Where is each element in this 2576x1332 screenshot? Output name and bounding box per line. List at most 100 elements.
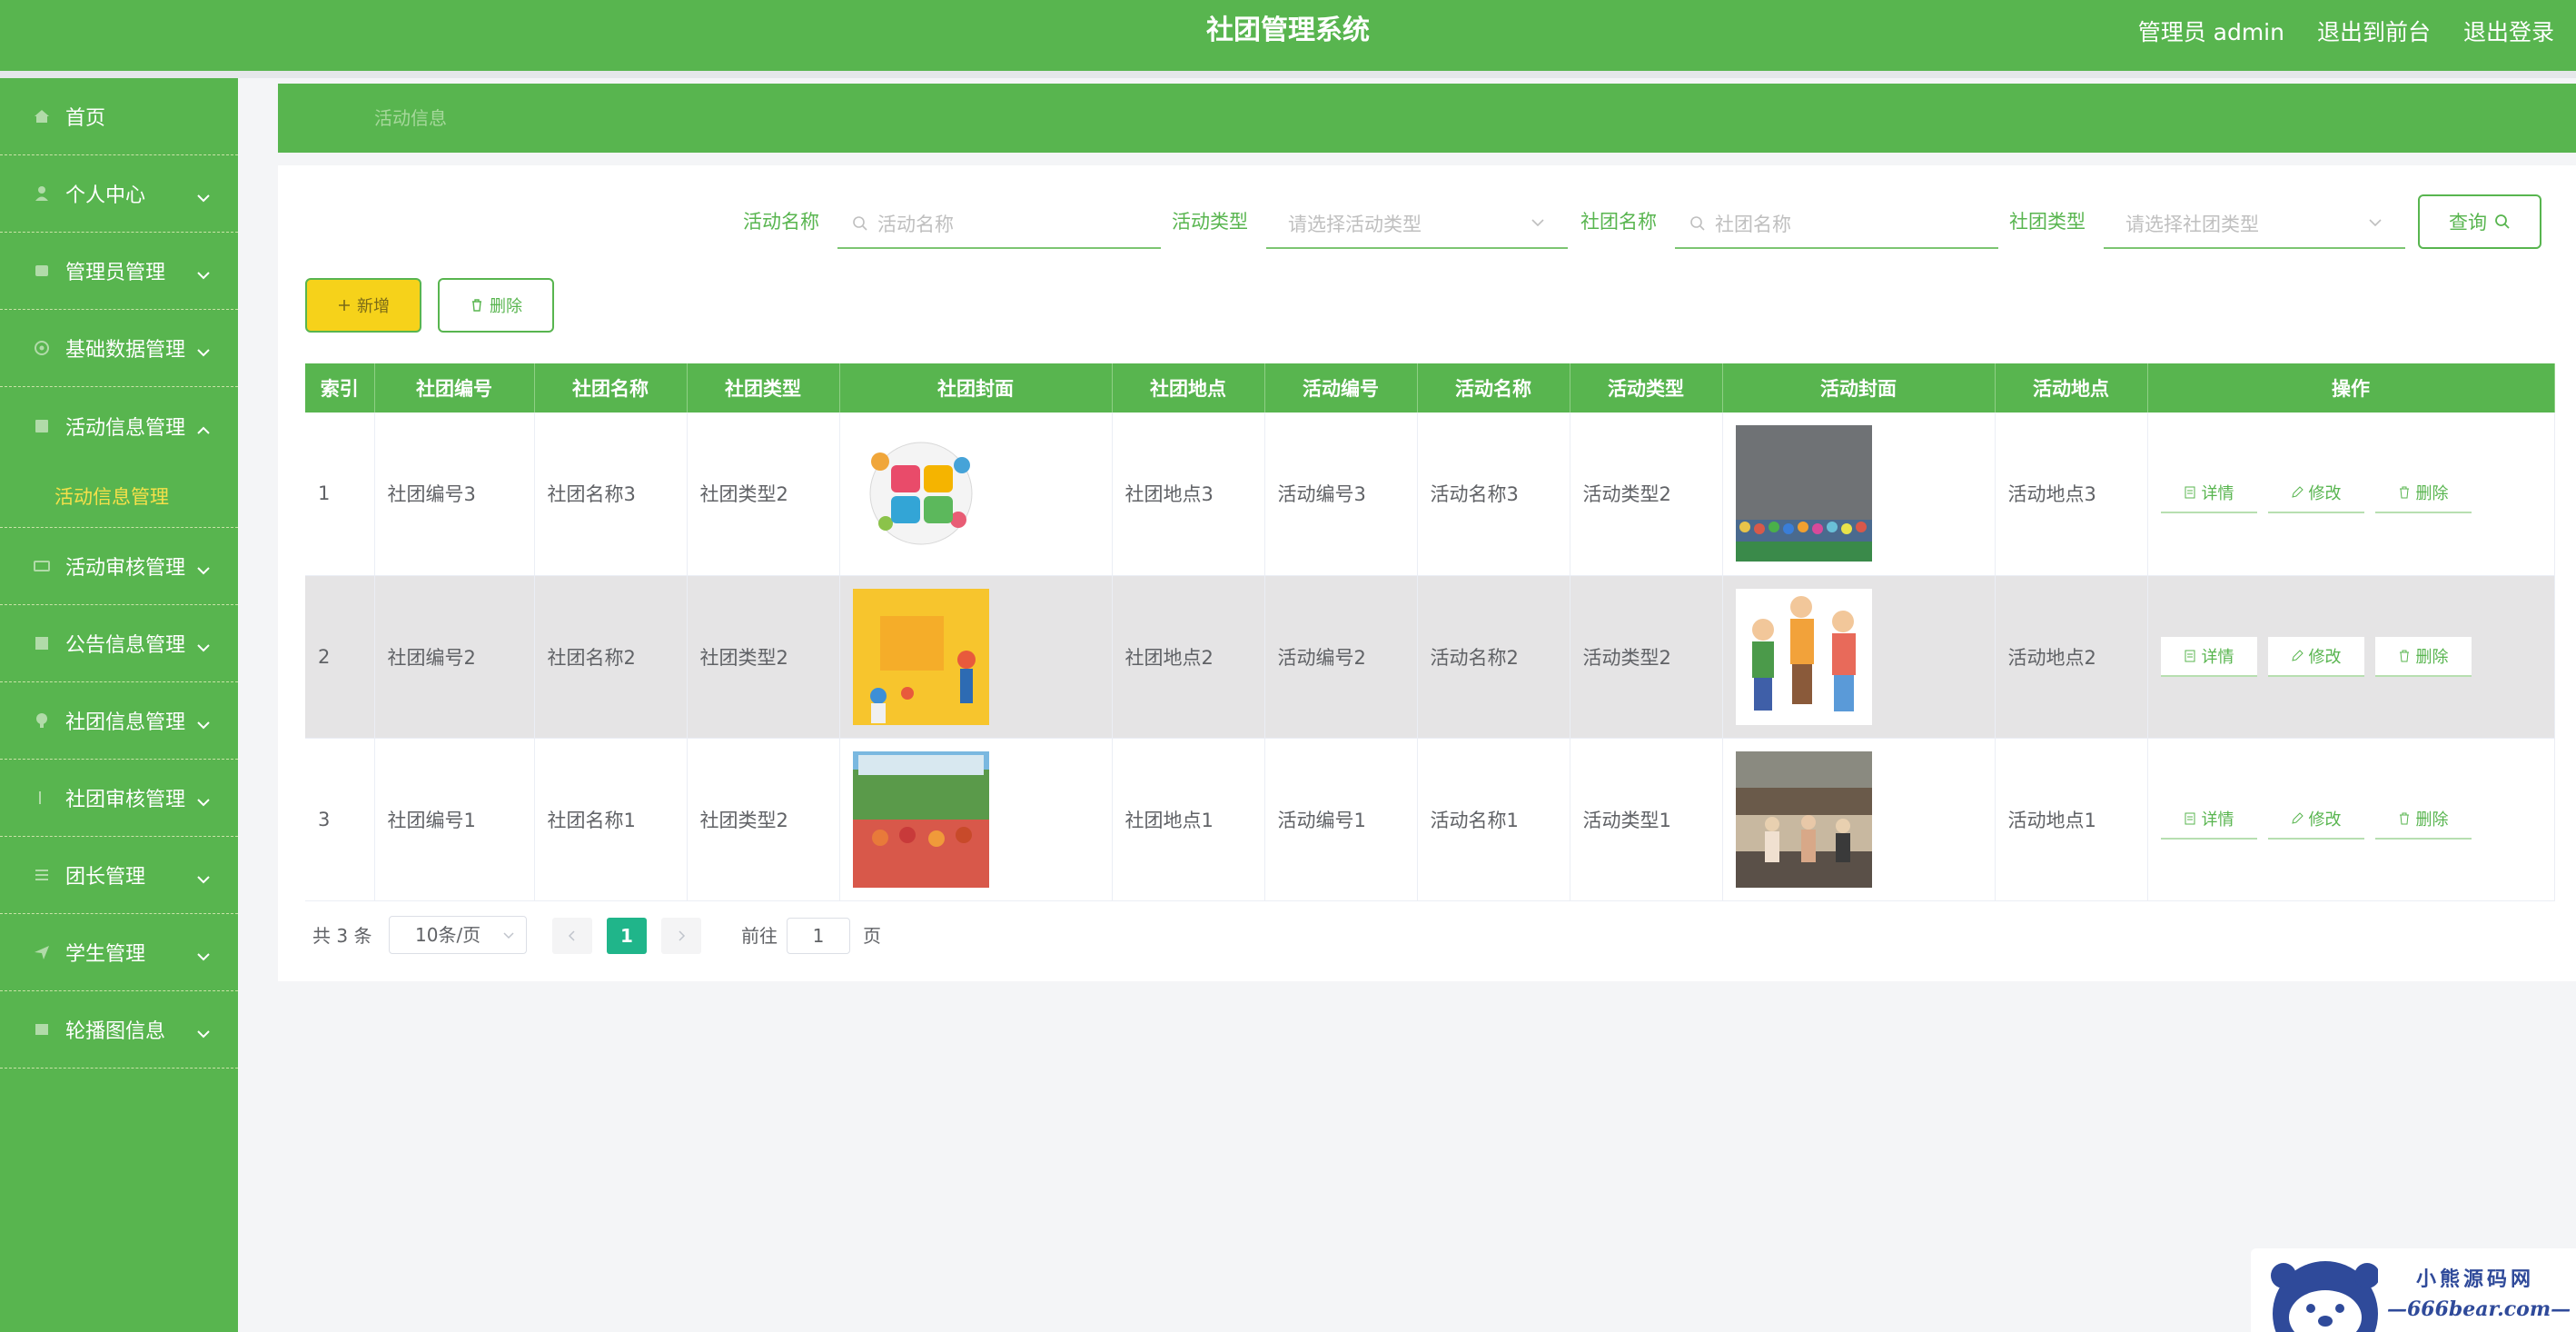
club-cover-image[interactable]: [852, 425, 989, 562]
chevron-down-icon: [196, 1023, 211, 1039]
chevron-up-icon: [196, 420, 211, 434]
admin-icon: [33, 262, 51, 280]
cell-club-cover: [839, 575, 1113, 739]
document-icon: [2185, 650, 2195, 661]
query-button[interactable]: 查询: [2418, 194, 2541, 249]
edit-button[interactable]: 修改: [2267, 473, 2364, 514]
submenu-item-activity-info[interactable]: 活动信息管理: [0, 464, 238, 528]
chevron-left-icon: [568, 930, 575, 941]
activity-cover-image[interactable]: [1735, 425, 1872, 562]
club-name-input[interactable]: 社团名称: [1675, 200, 1998, 249]
chevron-down-icon: [196, 264, 211, 280]
sidebar-item-leader[interactable]: 团长管理: [0, 837, 238, 914]
sidebar-item-home[interactable]: 首页: [0, 78, 238, 155]
sidebar-item-club[interactable]: 社团信息管理: [0, 682, 238, 760]
next-page-button[interactable]: [661, 918, 701, 954]
sidebar-item-club-audit[interactable]: 社团审核管理: [0, 760, 238, 837]
goto-unit: 页: [863, 925, 881, 947]
sidebar-item-basic-data[interactable]: 基础数据管理: [0, 310, 238, 387]
exit-to-front-link[interactable]: 退出到前台: [2317, 15, 2431, 47]
pagination-total: 共 3 条: [312, 925, 372, 947]
table-row: 1 社团编号3 社团名称3 社团类型2 社团地点3 活动编号3 活动名称3 活动…: [305, 413, 2555, 576]
edit-button[interactable]: 修改: [2267, 799, 2364, 840]
chevron-down-icon: [196, 187, 211, 203]
detail-button[interactable]: 详情: [2160, 799, 2257, 840]
document-icon: [2185, 486, 2195, 499]
chevron-down-icon: [196, 791, 211, 807]
home-icon: [33, 107, 51, 125]
prev-page-button[interactable]: [552, 918, 592, 954]
edit-icon: [2291, 811, 2304, 824]
club-type-label: 社团类型: [2009, 211, 2086, 233]
bear-logo-icon: [2271, 1261, 2378, 1332]
add-button[interactable]: 新增: [305, 278, 421, 333]
club-type-select[interactable]: 请选择社团类型: [2104, 200, 2405, 249]
pagination: 共 3 条 10条/页 1 前往 1 页: [305, 916, 1214, 956]
chevron-down-icon: [1531, 219, 1544, 227]
check-icon: [33, 789, 51, 807]
column-header: 社团地点: [1112, 363, 1265, 413]
chevron-down-icon: [503, 932, 514, 939]
delete-button[interactable]: 删除: [2374, 799, 2472, 840]
activity-name-placeholder: 活动名称: [877, 214, 954, 235]
edit-button[interactable]: 修改: [2267, 636, 2364, 677]
detail-button-label: 详情: [2201, 647, 2234, 667]
cell-activity-place: 活动地点1: [1995, 738, 2148, 901]
cell-club-cover: [839, 738, 1113, 901]
sidebar-item-label: 社团审核管理: [65, 789, 186, 811]
cell-activity-name: 活动名称1: [1417, 738, 1570, 901]
logout-link[interactable]: 退出登录: [2463, 15, 2554, 47]
activity-cover-image[interactable]: [1735, 750, 1872, 888]
add-button-label: 新增: [357, 297, 390, 316]
club-cover-image[interactable]: [852, 750, 989, 888]
detail-button[interactable]: 详情: [2160, 473, 2257, 514]
delete-button[interactable]: 删除: [2374, 473, 2472, 514]
breadcrumb[interactable]: 活动信息: [374, 84, 447, 153]
goto-page-input[interactable]: 1: [787, 918, 850, 954]
chevron-down-icon: [196, 869, 211, 884]
sidebar-item-admin[interactable]: 管理员管理: [0, 233, 238, 310]
watermark-url: —666bear.com—: [2387, 1297, 2571, 1321]
delete-button-label: 删除: [2415, 810, 2449, 830]
detail-button[interactable]: 详情: [2160, 636, 2257, 677]
sidebar-item-notice[interactable]: 公告信息管理: [0, 605, 238, 682]
activity-type-select[interactable]: 请选择活动类型: [1266, 200, 1568, 249]
sidebar-item-carousel[interactable]: 轮播图信息: [0, 991, 238, 1069]
cell-club-no: 社团编号2: [374, 575, 535, 739]
chevron-down-icon: [196, 342, 211, 357]
cell-activity-cover: [1722, 413, 1996, 576]
table-row: 3 社团编号1 社团名称1 社团类型2 社团地点1 活动编号1 活动名称1 活动…: [305, 738, 2555, 901]
sidebar-item-activity[interactable]: 活动信息管理: [0, 387, 238, 464]
send-icon: [33, 943, 51, 961]
search-form: 活动名称 活动名称 活动类型 请选择活动类型 社团名称 社团名称 社团类型 请选…: [278, 194, 2576, 253]
activity-name-input[interactable]: 活动名称: [837, 200, 1161, 249]
cell-index: 2: [305, 575, 375, 739]
sidebar-item-label: 活动信息管理: [65, 416, 186, 440]
cell-activity-place: 活动地点3: [1995, 413, 2148, 576]
club-cover-image[interactable]: [852, 588, 989, 725]
trash-icon: [2399, 812, 2409, 824]
cell-club-cover: [839, 413, 1113, 576]
cell-activity-name: 活动名称3: [1417, 413, 1570, 576]
gear-icon: [33, 339, 51, 357]
cell-club-type: 社团类型2: [687, 575, 840, 739]
header-divider: [0, 71, 2576, 78]
query-button-label: 查询: [2449, 212, 2487, 234]
table-row: 2 社团编号2 社团名称2 社团类型2 社团地点2 活动编号2 活动名称2 活动…: [305, 575, 2555, 739]
sidebar-item-activity-audit[interactable]: 活动审核管理: [0, 528, 238, 605]
sidebar-item-student[interactable]: 学生管理: [0, 914, 238, 991]
activity-table: 索引 社团编号 社团名称 社团类型 社团封面 社团地点 活动编号 活动名称 活动…: [305, 363, 2555, 901]
activity-cover-image[interactable]: [1735, 588, 1872, 725]
cell-club-no: 社团编号1: [374, 738, 535, 901]
page-number-current[interactable]: 1: [607, 918, 647, 954]
chevron-down-icon: [196, 560, 211, 575]
plus-icon: [339, 300, 350, 311]
cell-club-place: 社团地点2: [1112, 575, 1265, 739]
sidebar-item-profile[interactable]: 个人中心: [0, 155, 238, 233]
page-size-select[interactable]: 10条/页: [389, 916, 527, 954]
sidebar: 首页 个人中心 管理员管理 基础数据管理 活动信息管理 活动信息管理 活动审核管…: [0, 78, 238, 1332]
sidebar-item-label: 基础数据管理: [65, 339, 186, 362]
batch-delete-button[interactable]: 删除: [438, 278, 554, 333]
delete-button[interactable]: 删除: [2374, 636, 2472, 677]
cell-actions: 详情 修改 删除: [2147, 413, 2555, 576]
